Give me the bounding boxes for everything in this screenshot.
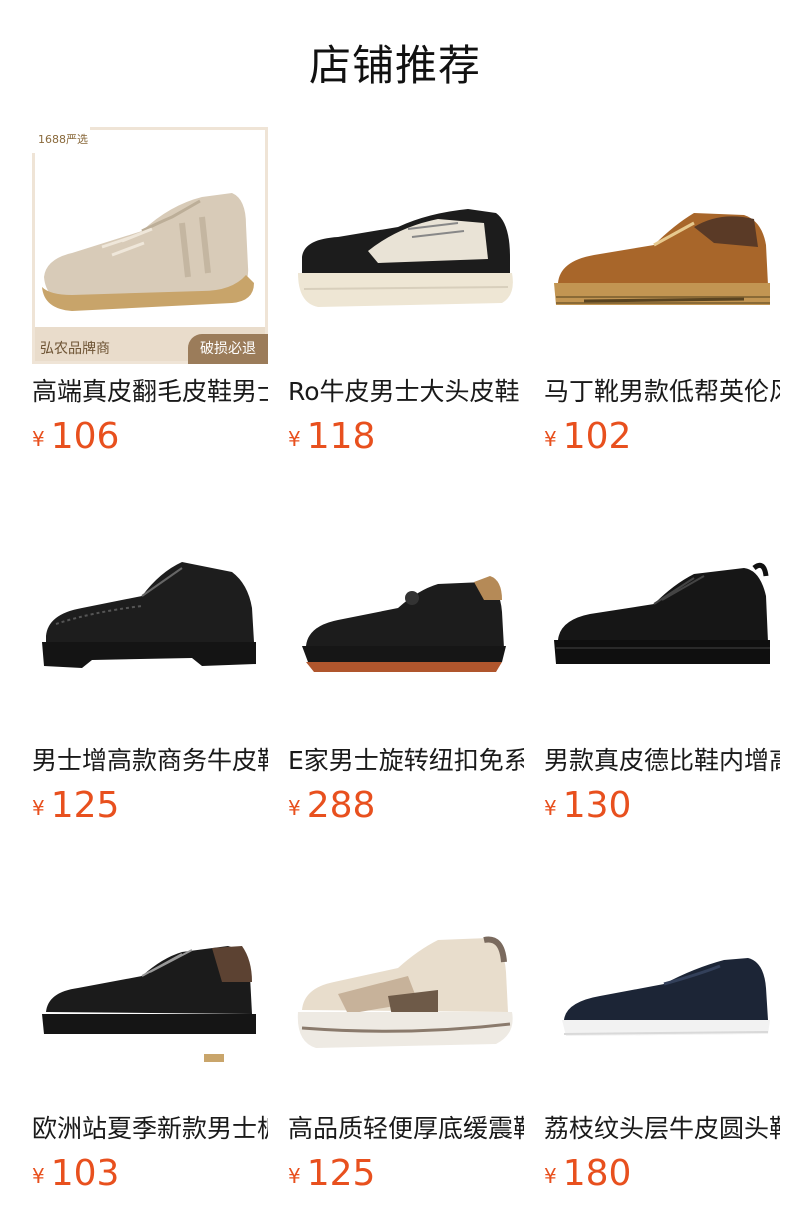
- price-amount: 288: [306, 785, 376, 826]
- derby-shoe-image: [554, 562, 770, 664]
- product-price: ¥125: [32, 784, 119, 828]
- page-title: 店铺推荐: [308, 41, 481, 90]
- price-amount: 130: [562, 785, 632, 826]
- product-image[interactable]: [544, 496, 780, 733]
- currency-symbol: ¥: [288, 1164, 301, 1188]
- product-price: ¥106: [32, 415, 119, 459]
- currency-symbol: ¥: [544, 1164, 557, 1188]
- brogue-shoe-image: [42, 562, 256, 668]
- slip-on-shoe-image: [562, 958, 770, 1036]
- product-image[interactable]: [32, 496, 268, 733]
- product-name[interactable]: Ro牛皮男士大头皮鞋: [288, 375, 524, 409]
- price-amount: 106: [50, 416, 120, 457]
- product-image[interactable]: [288, 127, 524, 364]
- product-image[interactable]: [32, 864, 268, 1101]
- product-name[interactable]: 高端真皮翻毛皮鞋男士: [32, 375, 268, 409]
- product-name[interactable]: 高品质轻便厚底缓震鞋: [288, 1112, 524, 1146]
- product-price: ¥103: [32, 1152, 119, 1196]
- currency-symbol: ¥: [32, 796, 45, 820]
- product-price: ¥180: [544, 1152, 631, 1196]
- product-price: ¥288: [288, 784, 375, 828]
- embossed-sneaker-image: [42, 946, 256, 1062]
- price-amount: 125: [50, 785, 120, 826]
- price-amount: 125: [306, 1153, 376, 1194]
- work-boot-image: [554, 213, 770, 305]
- product-price: ¥125: [288, 1152, 375, 1196]
- product-name[interactable]: 男款真皮德比鞋内增高: [544, 744, 780, 778]
- leather-sneaker-image: [302, 576, 506, 672]
- price-amount: 118: [306, 416, 376, 457]
- product-name[interactable]: 欧洲站夏季新款男士板鞋: [32, 1112, 268, 1146]
- product-price: ¥102: [544, 415, 631, 459]
- currency-symbol: ¥: [288, 796, 301, 820]
- product-name[interactable]: 马丁靴男款低帮英伦风: [544, 375, 780, 409]
- thick-sole-sneaker-image: [298, 209, 513, 307]
- product-name[interactable]: 男士增高款商务牛皮鞋: [32, 744, 268, 778]
- product-image[interactable]: [288, 864, 524, 1101]
- price-amount: 103: [50, 1153, 120, 1194]
- badge-1688: 1688严选: [32, 127, 90, 153]
- currency-symbol: ¥: [32, 427, 45, 451]
- product-image[interactable]: 1688严选 弘农品牌商 破损必退: [32, 127, 268, 364]
- price-amount: 180: [562, 1153, 632, 1194]
- currency-symbol: ¥: [288, 427, 301, 451]
- currency-symbol: ¥: [32, 1164, 45, 1188]
- product-image[interactable]: [544, 864, 780, 1101]
- currency-symbol: ¥: [544, 427, 557, 451]
- product-image[interactable]: [288, 496, 524, 733]
- product-name[interactable]: 荔枝纹头层牛皮圆头鞋: [544, 1112, 780, 1146]
- chunky-sneaker-image: [297, 936, 513, 1048]
- guarantee-tag: 破损必退: [188, 334, 268, 364]
- product-name[interactable]: E家男士旋转纽扣免系带: [288, 744, 524, 778]
- price-amount: 102: [562, 416, 632, 457]
- product-price: ¥130: [544, 784, 631, 828]
- suede-sneaker-image: [35, 130, 265, 361]
- currency-symbol: ¥: [544, 796, 557, 820]
- product-price: ¥118: [288, 415, 375, 459]
- product-image[interactable]: [544, 127, 780, 364]
- brand-label: 弘农品牌商: [40, 341, 110, 357]
